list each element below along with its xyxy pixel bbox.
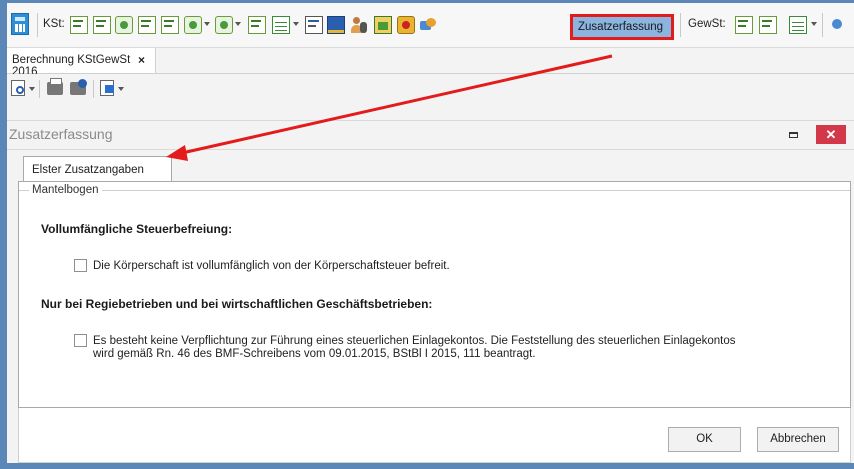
form-gk-icon[interactable]: [93, 16, 111, 34]
panel-title: Zusatzerfassung: [9, 126, 113, 142]
people-icon[interactable]: [351, 16, 369, 34]
tab-elster-zusatzangaben[interactable]: Elster Zusatzangaben: [23, 156, 172, 183]
group-legend: Mantelbogen: [29, 184, 102, 196]
checkbox-einlagekonto-label-line2: wird gemäß Rn. 46 des BMF-Schreibens vom…: [93, 348, 536, 360]
gewst-label: GewSt:: [688, 18, 726, 30]
chevron-down-icon[interactable]: [811, 22, 817, 26]
tab-berechnung[interactable]: Berechnung KStGewSt 2016 ×: [7, 48, 156, 78]
gewst-sheets-icon[interactable]: [789, 16, 807, 34]
chevron-down-icon[interactable]: [118, 87, 124, 91]
checkbox-vollumfaenglich-label: Die Körperschaft ist vollumfänglich von …: [93, 260, 450, 272]
heading-regiebetriebe: Nur bei Regiebetrieben und bei wirtschaf…: [41, 297, 433, 311]
ok-button[interactable]: OK: [668, 427, 741, 452]
print-icon[interactable]: [47, 78, 63, 95]
note-icon[interactable]: [305, 16, 323, 34]
checkbox-einlagekonto[interactable]: [74, 334, 87, 347]
minimize-button[interactable]: [789, 132, 798, 138]
lock-icon[interactable]: [397, 16, 415, 34]
gewst-m-icon[interactable]: [735, 16, 753, 34]
tab-label: Elster Zusatzangaben: [32, 164, 144, 176]
print-setup-icon[interactable]: [70, 79, 87, 95]
preview-icon[interactable]: [11, 80, 25, 96]
toolbar-separator: [39, 80, 40, 98]
toolbar-separator: [822, 13, 823, 37]
zusatzerfassung-button[interactable]: Zusatzerfassung: [570, 14, 674, 40]
more-icon[interactable]: [829, 16, 843, 34]
heading-steuerbefreiung: Vollumfängliche Steuerbefreiung:: [41, 222, 233, 236]
form-aesc-icon[interactable]: [184, 16, 202, 34]
document-tabbar: Berechnung KStGewSt 2016 ×: [7, 48, 854, 78]
form-wa-icon[interactable]: [161, 16, 179, 34]
document-icon[interactable]: [374, 16, 392, 34]
gewst-zerl-icon[interactable]: [759, 16, 777, 34]
app-window: KSt: Zusatzerfassung GewSt: Berechnung K…: [7, 3, 854, 463]
cancel-button[interactable]: Abbrechen: [757, 427, 839, 452]
toolbar-separator: [680, 13, 681, 37]
calculator-icon[interactable]: [11, 13, 29, 35]
form-if-icon[interactable]: [248, 16, 266, 34]
toolbar-separator: [93, 80, 94, 98]
chevron-down-icon[interactable]: [235, 22, 241, 26]
chevron-down-icon[interactable]: [29, 87, 35, 91]
close-icon[interactable]: ×: [138, 53, 145, 67]
form-z-icon[interactable]: [138, 16, 156, 34]
toolbar-separator: [37, 13, 38, 37]
export-icon[interactable]: [100, 80, 114, 96]
panel-close-button[interactable]: ✕: [816, 125, 846, 144]
kst-label: KSt:: [43, 18, 65, 30]
group-border: [19, 190, 850, 191]
main-toolbar: KSt: Zusatzerfassung GewSt:: [7, 3, 854, 48]
form-m-icon[interactable]: [70, 16, 88, 34]
chevron-down-icon[interactable]: [293, 22, 299, 26]
dialog-footer: OK Abbrechen: [18, 408, 851, 463]
checkbox-einlagekonto-label-line1: Es besteht keine Verpflichtung zur Führu…: [93, 335, 736, 347]
form-content: Mantelbogen Vollumfängliche Steuerbefrei…: [18, 181, 851, 408]
panel-header: Zusatzerfassung ✕: [7, 120, 854, 150]
secondary-toolbar: [7, 74, 854, 104]
zusatzerfassung-label: Zusatzerfassung: [578, 21, 664, 33]
form-aev-icon[interactable]: [215, 16, 233, 34]
sheets-icon[interactable]: [272, 16, 290, 34]
chevron-down-icon[interactable]: [204, 22, 210, 26]
book-icon[interactable]: [327, 16, 345, 34]
transfer-icon[interactable]: [420, 16, 438, 34]
checkbox-vollumfaenglich[interactable]: [74, 259, 87, 272]
form-ver-icon[interactable]: [115, 16, 133, 34]
inner-tab-strip: Elster Zusatzangaben: [17, 156, 851, 183]
